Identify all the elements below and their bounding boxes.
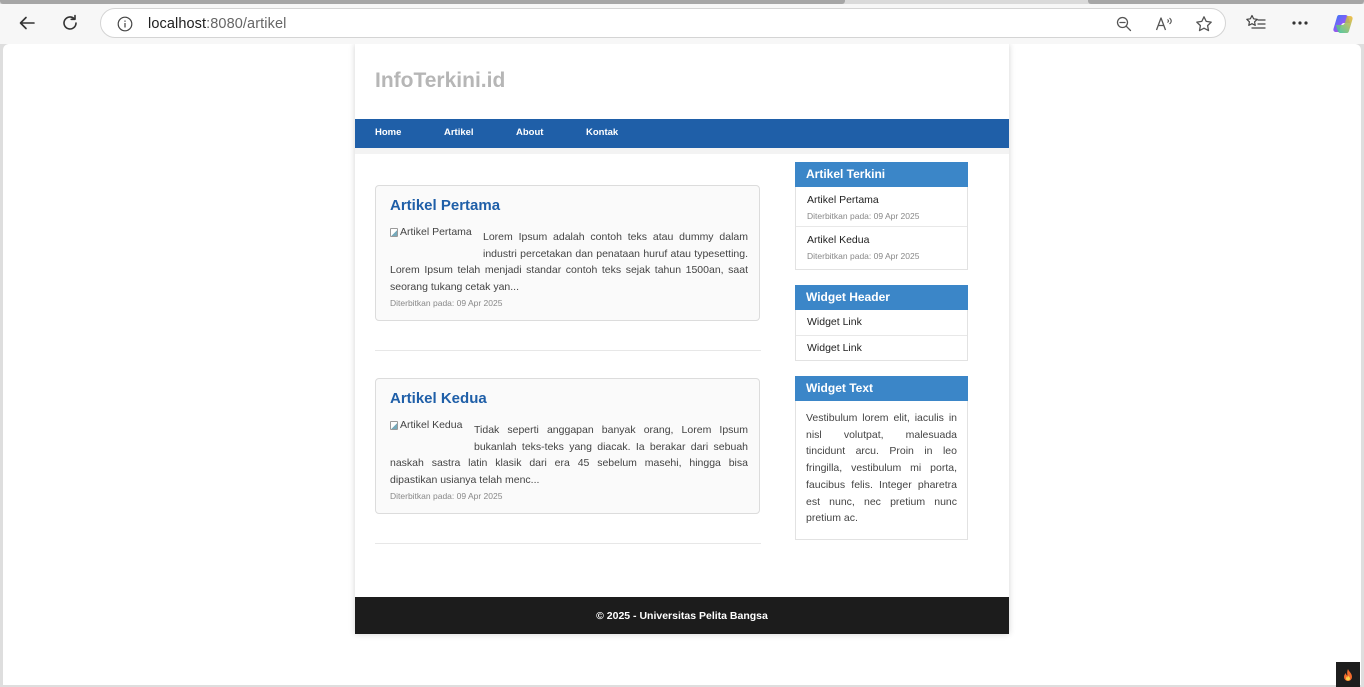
article-date: Diterbitkan pada: 09 Apr 2025 <box>390 298 503 308</box>
article-divider <box>375 543 761 544</box>
browser-toolbar: localhost:8080/artikel <box>0 0 1364 44</box>
read-aloud-icon[interactable] <box>1155 15 1173 33</box>
nav-artikel-link[interactable]: Artikel <box>444 127 474 138</box>
widget-header: Widget Header <box>795 285 968 310</box>
content-separator <box>355 148 1009 154</box>
reload-icon <box>63 14 77 30</box>
page-viewport: InfoTerkini.id Home Artikel About Kontak… <box>3 44 1361 685</box>
tab-strip-segment[interactable] <box>1088 0 1364 4</box>
favorite-star-icon[interactable] <box>1195 15 1213 33</box>
tab-strip <box>0 0 1364 4</box>
recent-article-item[interactable]: Artikel Kedua Diterbitkan pada: 09 Apr 2… <box>796 227 967 268</box>
recent-article-title[interactable]: Artikel Kedua <box>807 234 956 246</box>
back-icon <box>19 16 35 30</box>
widget-header: Artikel Terkini <box>795 162 968 187</box>
url-host: localhost <box>148 16 207 32</box>
site-header: InfoTerkini.id <box>355 44 1009 119</box>
copilot-icon[interactable] <box>1331 12 1355 36</box>
reload-button[interactable] <box>57 10 83 36</box>
article-card: Artikel Kedua Artikel Kedua Tidak sepert… <box>375 378 760 514</box>
widget-link-item[interactable]: Widget Link <box>796 310 967 336</box>
footer-text: © 2025 - Universitas Pelita Bangsa <box>596 609 768 622</box>
widget-header: Widget Text <box>795 376 968 401</box>
site-footer: © 2025 - Universitas Pelita Bangsa <box>355 597 1009 634</box>
article-title[interactable]: Artikel Pertama <box>390 197 500 214</box>
address-bar[interactable]: localhost:8080/artikel <box>100 8 1226 38</box>
url-path: :8080/artikel <box>206 16 287 32</box>
image-space <box>390 422 474 455</box>
nav-home-link[interactable]: Home <box>375 127 401 138</box>
favorites-list-icon[interactable] <box>1246 13 1266 33</box>
site-title[interactable]: InfoTerkini.id <box>375 69 505 93</box>
article-date: Diterbitkan pada: 09 Apr 2025 <box>390 491 503 501</box>
url-text[interactable]: localhost:8080/artikel <box>148 16 286 32</box>
article-excerpt: Lorem Ipsum adalah contoh teks atau dumm… <box>390 229 748 296</box>
recent-article-date: Diterbitkan pada: 09 Apr 2025 <box>807 211 920 221</box>
widget-text-body: Vestibulum lorem elit, iaculis in nisl v… <box>806 412 957 525</box>
widget-recent-articles: Artikel Terkini Artikel Pertama Diterbit… <box>795 162 968 270</box>
page-container: InfoTerkini.id Home Artikel About Kontak… <box>355 44 1009 634</box>
widget-link-item[interactable]: Widget Link <box>796 336 967 361</box>
article-card: Artikel Pertama Artikel Pertama Lorem Ip… <box>375 185 760 321</box>
image-space <box>390 229 483 262</box>
nav-about-link[interactable]: About <box>516 127 543 138</box>
zoom-out-icon[interactable] <box>1115 15 1133 33</box>
article-divider <box>375 350 761 351</box>
back-button[interactable] <box>14 10 40 36</box>
widget-text: Widget Text Vestibulum lorem elit, iacul… <box>795 376 968 540</box>
widget-link[interactable]: Widget Link <box>807 310 956 335</box>
article-excerpt: Tidak seperti anggapan banyak orang, Lor… <box>390 422 748 489</box>
tab-strip-segment[interactable] <box>0 0 845 4</box>
main-nav: Home Artikel About Kontak <box>355 119 1009 148</box>
flame-badge-icon[interactable] <box>1336 662 1360 687</box>
recent-article-date: Diterbitkan pada: 09 Apr 2025 <box>807 251 920 261</box>
more-icon[interactable] <box>1290 13 1310 33</box>
site-info-icon[interactable] <box>117 16 133 37</box>
widget-link[interactable]: Widget Link <box>807 336 956 361</box>
nav-kontak-link[interactable]: Kontak <box>586 127 618 138</box>
recent-article-item[interactable]: Artikel Pertama Diterbitkan pada: 09 Apr… <box>796 187 967 227</box>
article-title[interactable]: Artikel Kedua <box>390 390 487 407</box>
widget-links: Widget Header Widget Link Widget Link <box>795 285 968 361</box>
recent-article-title[interactable]: Artikel Pertama <box>807 194 956 206</box>
